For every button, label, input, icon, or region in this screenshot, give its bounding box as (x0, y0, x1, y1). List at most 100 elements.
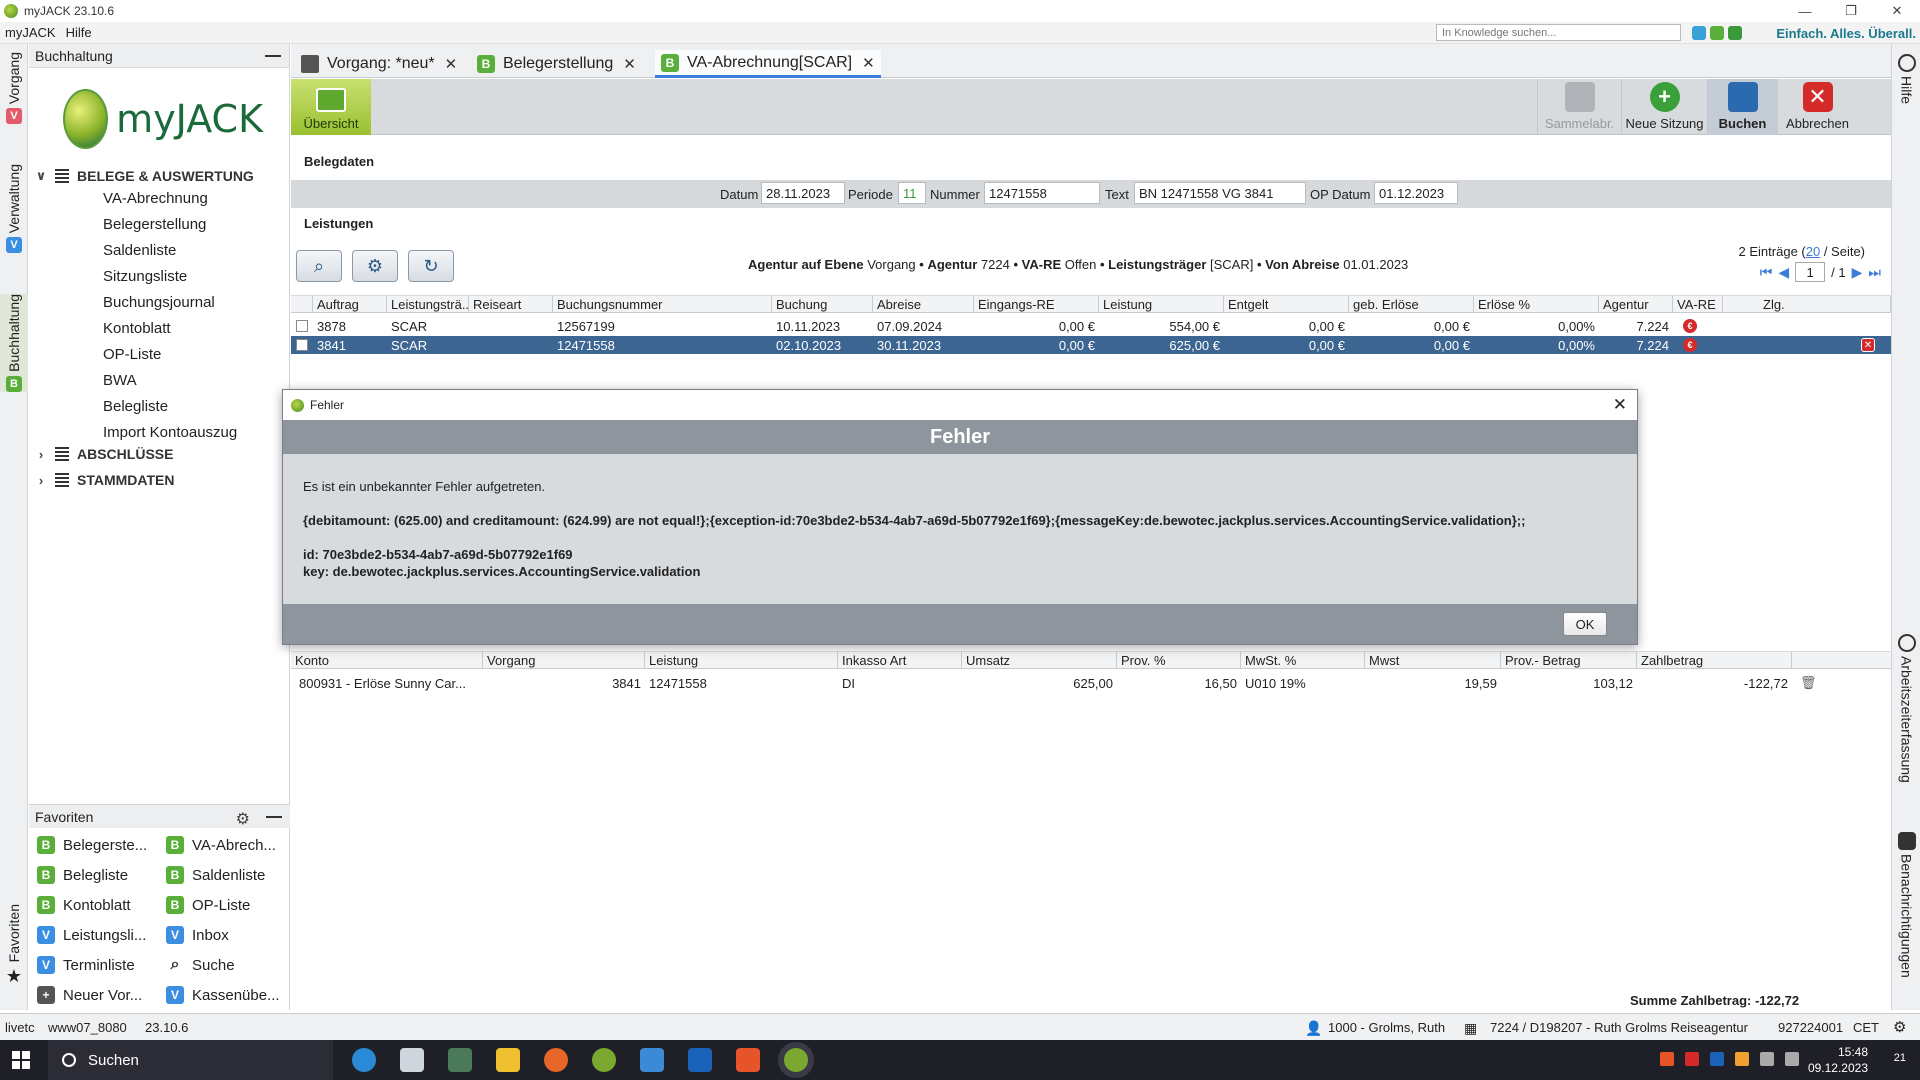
vtab-vorgang[interactable]: Vorgang V (0, 52, 28, 125)
col-auftrag[interactable]: Auftrag (313, 296, 387, 313)
close-tab-icon[interactable]: ✕ (862, 54, 875, 72)
tree-section-stammdaten[interactable]: › STAMMDATEN (29, 469, 290, 491)
page-input[interactable]: 1 (1795, 262, 1826, 282)
tree-item-va-abrechnung[interactable]: VA-Abrechnung (103, 187, 208, 209)
next-page-icon[interactable]: ▶ (1852, 264, 1863, 281)
table-row[interactable]: 3878 SCAR 12567199 10.11.2023 07.09.2024… (291, 317, 1891, 335)
fav-kontoblatt[interactable]: B Kontoblatt (37, 893, 131, 917)
p-tray-icon[interactable] (1660, 1052, 1674, 1066)
tree-item-import-kontoauszug[interactable]: Import Kontoauszug (103, 421, 237, 443)
knowledge-search-input[interactable] (1436, 24, 1681, 41)
window-app-icon[interactable] (400, 1048, 424, 1072)
outlook-icon[interactable] (688, 1048, 712, 1072)
prev-page-icon[interactable]: ◀ (1778, 264, 1789, 281)
collapse-sidebar-button[interactable] (265, 55, 281, 57)
tree-item-belegliste[interactable]: Belegliste (103, 395, 168, 417)
delete-icon[interactable]: ✕ (1861, 338, 1875, 352)
per-page-link[interactable]: 20 (1806, 244, 1820, 259)
first-page-icon[interactable]: ⏮ (1760, 264, 1773, 281)
euro-icon[interactable]: € (1683, 319, 1697, 333)
clock[interactable]: 15:48 09.12.2023 (1808, 1044, 1868, 1076)
notification-count[interactable]: 21 (1894, 1052, 1906, 1064)
volume-icon[interactable] (1785, 1052, 1799, 1066)
close-window-button[interactable]: ✕ (1874, 0, 1920, 22)
menu-hilfe[interactable]: Hilfe (61, 25, 97, 40)
rtab-arbeitszeit[interactable]: Arbeitszeiterfassung (1892, 634, 1920, 783)
new-session-button[interactable]: + Neue Sitzung (1621, 79, 1707, 135)
fav-terminliste[interactable]: V Terminliste (37, 953, 135, 977)
firefox-icon[interactable] (544, 1048, 568, 1072)
fav-saldenliste[interactable]: B Saldenliste (166, 863, 265, 887)
close-tab-icon[interactable]: ✕ (445, 55, 458, 73)
edge-icon[interactable] (352, 1048, 376, 1072)
tree-item-kontoblatt[interactable]: Kontoblatt (103, 317, 171, 339)
last-page-icon[interactable]: ⏭ (1868, 264, 1881, 281)
col-reiseart[interactable]: Reiseart (469, 296, 553, 313)
close-icon[interactable]: ✕ (1613, 395, 1627, 415)
buchen-button[interactable]: Buchen (1707, 79, 1777, 135)
vtab-favoriten[interactable]: Favoriten ★ (0, 904, 28, 987)
taskbar-search[interactable]: Suchen (48, 1040, 333, 1080)
col-geb-erloese[interactable]: geb. Erlöse (1349, 296, 1474, 313)
tree-item-sitzungsliste[interactable]: Sitzungsliste (103, 265, 187, 287)
refresh-button[interactable]: ↻ (408, 250, 454, 282)
col-entgelt[interactable]: Entgelt (1224, 296, 1349, 313)
fav-belegerstellung[interactable]: B Belegerste... (37, 833, 147, 857)
tab-belegerstellung[interactable]: B Belegerstellung ✕ (471, 50, 642, 78)
col-mwst[interactable]: Mwst (1365, 652, 1501, 669)
explorer-icon[interactable] (496, 1048, 520, 1072)
col-umsatz[interactable]: Umsatz (962, 652, 1117, 669)
col-prov-betrag[interactable]: Prov.- Betrag (1501, 652, 1637, 669)
datum-field[interactable]: 28.11.2023 (761, 182, 845, 204)
tree-section-abschluesse[interactable]: › ABSCHLÜSSE (29, 443, 290, 465)
calculator-icon[interactable] (448, 1048, 472, 1072)
user-download-icon[interactable] (1728, 26, 1742, 40)
row-checkbox[interactable] (296, 339, 308, 351)
rtab-benachrichtigungen[interactable]: Benachrichtigungen (1892, 832, 1920, 978)
collapse-favorites-button[interactable] (266, 816, 282, 818)
row-checkbox[interactable] (296, 320, 308, 332)
overview-button[interactable]: Übersicht (291, 79, 371, 135)
close-tab-icon[interactable]: ✕ (623, 55, 636, 73)
vtab-buchhaltung[interactable]: Buchhaltung B (0, 294, 28, 392)
fav-inbox[interactable]: V Inbox (166, 923, 229, 947)
col-leistung[interactable]: Leistung (1099, 296, 1224, 313)
eye-app-icon[interactable] (640, 1048, 664, 1072)
col-abreise[interactable]: Abreise (873, 296, 974, 313)
wifi-icon[interactable] (1760, 1052, 1774, 1066)
col-inkasso[interactable]: Inkasso Art (838, 652, 962, 669)
tree-item-saldenliste[interactable]: Saldenliste (103, 239, 176, 261)
vlc-icon[interactable] (1735, 1052, 1749, 1066)
fav-va-abrechnung[interactable]: B VA-Abrech... (166, 833, 276, 857)
tree-item-belegerstellung[interactable]: Belegerstellung (103, 213, 206, 235)
tab-vorgang[interactable]: Vorgang: *neu* ✕ (295, 50, 463, 78)
myjack-app-icon[interactable] (592, 1048, 616, 1072)
abbrechen-button[interactable]: ✕ Abbrechen (1777, 79, 1857, 135)
shield-icon[interactable] (1685, 1052, 1699, 1066)
col-konto[interactable]: Konto (291, 652, 483, 669)
rtab-hilfe[interactable]: Hilfe (1892, 54, 1920, 104)
tree-item-bwa[interactable]: BWA (103, 369, 137, 391)
p-app-icon[interactable] (736, 1048, 760, 1072)
monitor-icon[interactable] (1710, 26, 1724, 40)
col-buchungsnummer[interactable]: Buchungsnummer (553, 296, 772, 313)
table-row[interactable]: 3841 SCAR 12471558 02.10.2023 30.11.2023… (291, 336, 1891, 354)
search-button[interactable]: ⌕ (296, 250, 342, 282)
col-vorgang[interactable]: Vorgang (483, 652, 645, 669)
col-mwst-pct[interactable]: MwSt. % (1241, 652, 1365, 669)
col-agentur[interactable]: Agentur (1599, 296, 1673, 313)
gear-icon[interactable]: ⚙ (1893, 1018, 1906, 1036)
globe-icon[interactable] (1692, 26, 1706, 40)
myjack-active-icon[interactable] (784, 1048, 808, 1072)
col-zlg[interactable]: Zlg. (1723, 296, 1891, 313)
outlook-tray-icon[interactable] (1710, 1052, 1724, 1066)
minimize-button[interactable]: — (1782, 0, 1828, 22)
menu-myjack[interactable]: myJACK (0, 25, 61, 40)
euro-icon[interactable]: € (1683, 338, 1697, 352)
ok-button[interactable]: OK (1563, 612, 1607, 636)
tree-item-op-liste[interactable]: OP-Liste (103, 343, 161, 365)
table-row[interactable]: 800931 - Erlöse Sunny Car... 3841 124715… (291, 674, 1891, 692)
nummer-field[interactable]: 12471558 (984, 182, 1100, 204)
trash-icon[interactable]: 🗑 (1796, 674, 1826, 692)
fav-kassenuebersicht[interactable]: V Kassenübe... (166, 983, 280, 1007)
